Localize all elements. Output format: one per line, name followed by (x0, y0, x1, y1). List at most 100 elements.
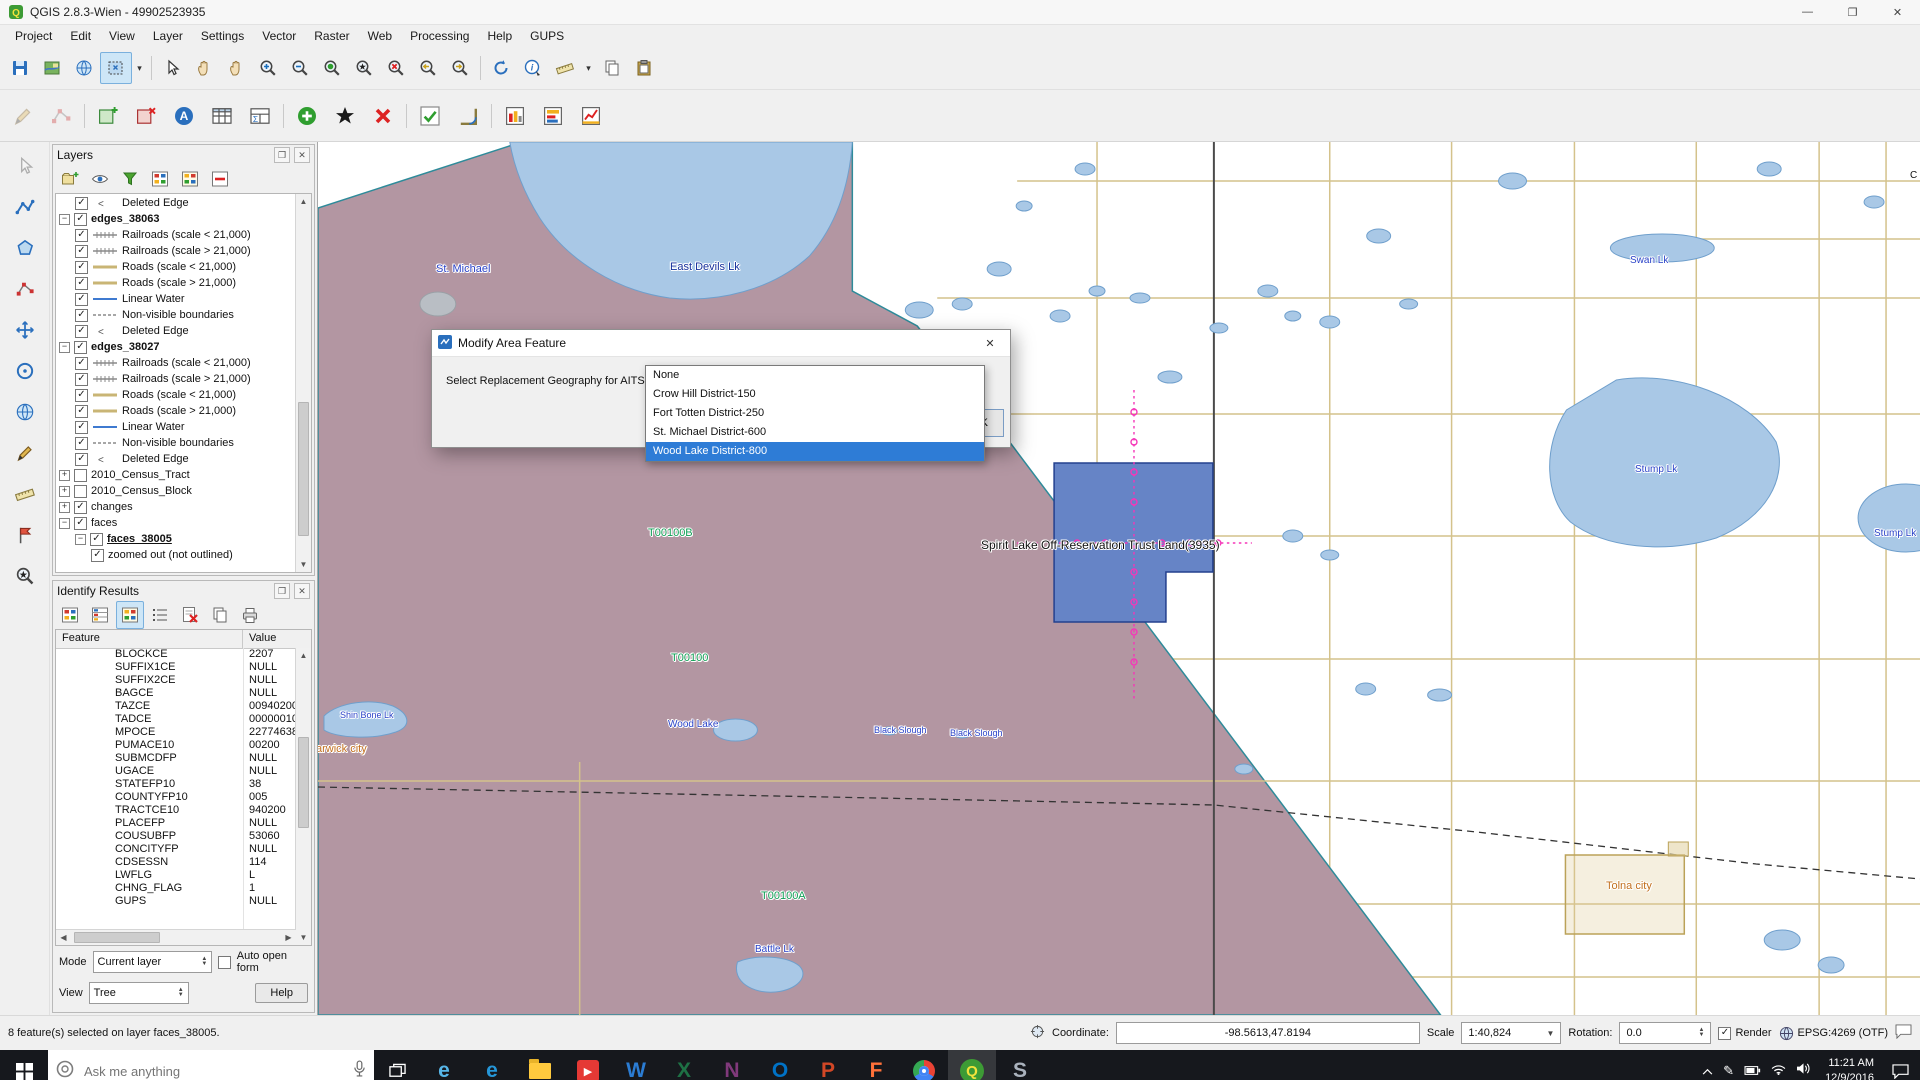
taskbar-search[interactable] (48, 1050, 374, 1080)
rotation-spinner[interactable]: 0.0 ▲▼ (1619, 1022, 1711, 1044)
layer-item[interactable]: +✓changes (56, 499, 296, 515)
identify-row[interactable]: COUNTYFP10005 (56, 791, 296, 804)
messages-button[interactable] (1895, 1024, 1912, 1042)
coordinate-input[interactable]: -98.5613,47.8194 (1116, 1022, 1420, 1044)
identify-row[interactable]: COUSUBFP53060 (56, 830, 296, 843)
tree-expander-icon[interactable]: − (75, 534, 86, 545)
tray-pen-icon[interactable]: ✎ (1723, 1063, 1734, 1079)
layer-checkbox[interactable]: ✓ (75, 325, 88, 338)
node-tool-button[interactable] (42, 97, 80, 135)
delete-area-button[interactable] (127, 97, 165, 135)
minimize-button[interactable]: — (1785, 0, 1830, 24)
menu-help[interactable]: Help (478, 26, 521, 46)
collapse-all-button[interactable] (176, 165, 204, 193)
add-polygon-tool[interactable] (7, 230, 43, 266)
layer-checkbox[interactable]: ✓ (75, 261, 88, 274)
gups-report-button[interactable] (496, 97, 534, 135)
layer-item[interactable]: +2010_Census_Block (56, 483, 296, 499)
validate-button[interactable] (411, 97, 449, 135)
view-select[interactable]: Tree ▲▼ (89, 982, 189, 1004)
modify-feature-button[interactable] (326, 97, 364, 135)
layer-item[interactable]: ✓Non-visible boundaries (56, 307, 296, 323)
web-map-button[interactable] (68, 52, 100, 84)
dropdown-option[interactable]: St. Michael District-600 (646, 423, 984, 442)
crs-status-button[interactable]: EPSG:4269 (OTF) (1779, 1026, 1888, 1041)
taskbar-app-powerpoint[interactable]: P (804, 1050, 852, 1080)
add-feature-button[interactable] (288, 97, 326, 135)
layer-item[interactable]: ✓Railroads (scale < 21,000) (56, 227, 296, 243)
layer-checkbox[interactable]: ✓ (75, 309, 88, 322)
identify-row[interactable]: UGACENULL (56, 765, 296, 778)
layer-item[interactable]: −✓edges_38063 (56, 211, 296, 227)
dropdown-option[interactable]: Wood Lake District-800 (646, 442, 984, 461)
identify-row[interactable]: STATEFP1038 (56, 778, 296, 791)
auto-open-results-button[interactable] (116, 601, 144, 629)
expand-all-button[interactable] (146, 165, 174, 193)
mode-select[interactable]: Current layer ▲▼ (93, 951, 213, 973)
layer-checkbox[interactable]: ✓ (74, 517, 87, 530)
taskbar-app-outlook[interactable]: O (756, 1050, 804, 1080)
layer-item[interactable]: ✓Linear Water (56, 419, 296, 435)
identify-row[interactable]: BAGCENULL (56, 687, 296, 700)
layer-checkbox[interactable]: ✓ (75, 357, 88, 370)
select-features-button[interactable] (100, 52, 132, 84)
close-panel-icon[interactable]: ✕ (294, 583, 310, 599)
identify-row[interactable]: LWFLGL (56, 869, 296, 882)
select-features-dropdown[interactable]: ▾ (132, 52, 147, 84)
pan-to-selection-button[interactable] (220, 52, 252, 84)
layer-item[interactable]: ✓Roads (scale > 21,000) (56, 403, 296, 419)
layer-item[interactable]: ✓<Deleted Edge (56, 323, 296, 339)
menu-processing[interactable]: Processing (401, 26, 478, 46)
refresh-map-button[interactable] (485, 52, 517, 84)
layer-checkbox[interactable]: ✓ (75, 229, 88, 242)
task-view-button[interactable] (374, 1050, 420, 1080)
identify-vscrollbar[interactable]: ▲ ▼ (295, 648, 311, 945)
layer-checkbox[interactable]: ✓ (75, 405, 88, 418)
collapse-results-button[interactable] (86, 601, 114, 629)
layer-item[interactable]: ✓Non-visible boundaries (56, 435, 296, 451)
layer-checkbox[interactable]: ✓ (74, 213, 87, 226)
globe-tool[interactable] (7, 394, 43, 430)
save-button[interactable] (4, 52, 36, 84)
map-canvas[interactable]: St. MichaelEast Devils LkT00100BT00100Wo… (317, 142, 1920, 1015)
identify-row[interactable]: GUPSNULL (56, 895, 296, 908)
layer-item[interactable]: −✓faces_38005 (56, 531, 296, 547)
layer-checkbox[interactable]: ✓ (90, 533, 103, 546)
layer-checkbox[interactable]: ✓ (74, 341, 87, 354)
copy-attributes-button[interactable] (206, 601, 234, 629)
layer-checkbox[interactable]: ✓ (75, 197, 88, 210)
layer-item[interactable]: ✓Railroads (scale > 21,000) (56, 371, 296, 387)
pan-map-button[interactable] (188, 52, 220, 84)
identify-row[interactable]: BLOCKCE2207 (56, 648, 296, 661)
layer-item[interactable]: ✓Roads (scale > 21,000) (56, 275, 296, 291)
tree-expander-icon[interactable]: + (59, 502, 70, 513)
column-header-value[interactable]: Value (243, 630, 311, 648)
taskbar-app-microsoft-edge[interactable]: e (468, 1050, 516, 1080)
measure-tool[interactable] (7, 476, 43, 512)
layer-item[interactable]: ✓Railroads (scale < 21,000) (56, 355, 296, 371)
menu-edit[interactable]: Edit (61, 26, 100, 46)
layer-item[interactable]: ✓Linear Water (56, 291, 296, 307)
taskbar-app-excel[interactable]: X (660, 1050, 708, 1080)
tray-network-icon[interactable] (1771, 1062, 1786, 1080)
add-line-tool[interactable] (7, 189, 43, 225)
labeling-button[interactable]: A (165, 97, 203, 135)
annotation-tool[interactable] (7, 435, 43, 471)
tray-volume-icon[interactable] (1796, 1062, 1811, 1080)
layer-item[interactable]: ✓Roads (scale < 21,000) (56, 387, 296, 403)
menu-gups[interactable]: GUPS (521, 26, 573, 46)
tree-expander-icon[interactable]: − (59, 342, 70, 353)
field-calculator-button[interactable]: Σ (241, 97, 279, 135)
undock-panel-icon[interactable]: ❐ (274, 147, 290, 163)
move-feature-tool[interactable] (7, 312, 43, 348)
scale-select[interactable]: 1:40,824▼ (1461, 1022, 1561, 1044)
add-area-button[interactable] (89, 97, 127, 135)
identify-hscrollbar[interactable]: ◀ ▶ (56, 929, 296, 945)
close-button[interactable]: ✕ (1875, 0, 1920, 24)
taskbar-clock[interactable]: 11:21 AM 12/9/2016 (1819, 1050, 1880, 1080)
dropdown-option[interactable]: None (646, 366, 984, 385)
layer-checkbox[interactable]: ✓ (74, 501, 87, 514)
auto-open-form-checkbox[interactable] (218, 956, 230, 969)
layer-item[interactable]: ✓<Deleted Edge (56, 195, 296, 211)
identify-row[interactable]: CDSESSN114 (56, 856, 296, 869)
